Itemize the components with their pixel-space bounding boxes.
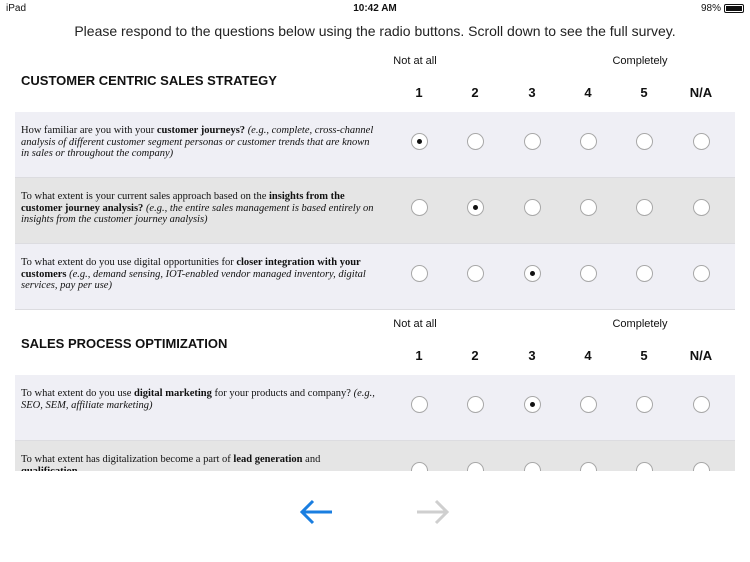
question-text-part: digital marketing bbox=[134, 388, 212, 399]
scale-option-label: 4 bbox=[584, 85, 592, 100]
section-header: CUSTOMER CENTRIC SALES STRATEGY Not at al… bbox=[0, 47, 750, 112]
scale-option-label: 3 bbox=[528, 85, 536, 100]
question-text: How familiar are you with your customer … bbox=[21, 125, 376, 160]
scale-option-label: 5 bbox=[640, 85, 648, 100]
section-header: SALES PROCESS OPTIMIZATION Not at all Comp… bbox=[0, 310, 750, 375]
scale-option-label: 1 bbox=[415, 85, 423, 100]
instruction-text: Please respond to the questions below us… bbox=[74, 23, 676, 39]
radio-option-3[interactable] bbox=[524, 396, 541, 413]
radio-option-na[interactable] bbox=[693, 396, 710, 413]
scale-option-label: N/A bbox=[689, 85, 713, 100]
radio-option-5[interactable] bbox=[636, 133, 653, 150]
section-title: CUSTOMER CENTRIC SALES STRATEGY bbox=[21, 73, 277, 88]
question-text-part: To what extent do you use digital opport… bbox=[21, 257, 237, 268]
radio-option-3[interactable] bbox=[524, 462, 541, 471]
question-text: To what extent do you use digital opport… bbox=[21, 257, 376, 292]
survey-scroll-area[interactable]: CUSTOMER CENTRIC SALES STRATEGY Not at al… bbox=[0, 47, 750, 471]
battery-icon bbox=[724, 4, 744, 13]
scale-low-label: Not at all bbox=[393, 318, 437, 330]
question-row: To what extent is your current sales app… bbox=[15, 178, 735, 244]
scale-option-label: 2 bbox=[471, 85, 479, 100]
question-row: To what extent has digitalization become… bbox=[15, 441, 735, 471]
question-text-part: (e.g., demand sensing, IOT-enabled vendo… bbox=[21, 268, 366, 292]
radio-option-5[interactable] bbox=[636, 462, 653, 471]
question-text-part: for your products and company? bbox=[211, 388, 354, 399]
radio-option-1[interactable] bbox=[411, 396, 428, 413]
question-text-part: lead generation bbox=[233, 454, 303, 465]
question-row: How familiar are you with your customer … bbox=[15, 112, 735, 178]
scale-high-label: Completely bbox=[612, 55, 668, 67]
question-text-part: How familiar are you with your bbox=[21, 125, 157, 136]
question-text-part: To what extent is your current sales app… bbox=[21, 191, 269, 202]
question-text: To what extent do you use digital market… bbox=[21, 388, 376, 411]
scale-option-label: 5 bbox=[640, 348, 648, 363]
section-title: SALES PROCESS OPTIMIZATION bbox=[21, 336, 228, 351]
question-text-part: customer journeys? bbox=[156, 125, 246, 136]
scale-high-label: Completely bbox=[612, 318, 668, 330]
arrow-right-icon bbox=[417, 499, 450, 525]
radio-option-3[interactable] bbox=[524, 265, 541, 282]
radio-option-4[interactable] bbox=[580, 199, 597, 216]
scale-option-label: 3 bbox=[528, 348, 536, 363]
question-text-part: To what extent do you use bbox=[21, 388, 134, 399]
status-bar: iPad 10:42 AM 98% bbox=[0, 0, 750, 16]
radio-option-5[interactable] bbox=[636, 265, 653, 282]
question-text-part: qualification bbox=[21, 465, 78, 472]
back-button[interactable] bbox=[298, 498, 334, 526]
scale-option-label: 1 bbox=[415, 348, 423, 363]
question-row: To what extent do you use digital opport… bbox=[15, 244, 735, 310]
battery-percent: 98% bbox=[700, 3, 721, 14]
scale-option-label: 2 bbox=[471, 348, 479, 363]
radio-option-2[interactable] bbox=[467, 265, 484, 282]
radio-option-4[interactable] bbox=[580, 133, 597, 150]
radio-option-2[interactable] bbox=[467, 396, 484, 413]
question-text: To what extent has digitalization become… bbox=[21, 454, 376, 471]
radio-option-na[interactable] bbox=[693, 199, 710, 216]
question-text: To what extent is your current sales app… bbox=[21, 191, 376, 226]
clock: 10:42 AM bbox=[353, 3, 397, 14]
radio-option-3[interactable] bbox=[524, 199, 541, 216]
radio-option-2[interactable] bbox=[467, 199, 484, 216]
radio-option-1[interactable] bbox=[411, 462, 428, 471]
radio-option-na[interactable] bbox=[693, 462, 710, 471]
scale-option-label: N/A bbox=[689, 348, 713, 363]
radio-option-2[interactable] bbox=[467, 133, 484, 150]
scale-low-label: Not at all bbox=[393, 55, 437, 67]
radio-option-1[interactable] bbox=[411, 133, 428, 150]
radio-option-2[interactable] bbox=[467, 462, 484, 471]
scale-option-label: 4 bbox=[584, 348, 592, 363]
radio-option-4[interactable] bbox=[580, 462, 597, 471]
radio-option-4[interactable] bbox=[580, 396, 597, 413]
question-text-part: and bbox=[302, 454, 321, 465]
radio-option-na[interactable] bbox=[693, 133, 710, 150]
next-button[interactable] bbox=[415, 498, 451, 526]
question-text-part: To what extent has digitalization become… bbox=[21, 454, 234, 465]
radio-option-1[interactable] bbox=[411, 265, 428, 282]
radio-option-4[interactable] bbox=[580, 265, 597, 282]
radio-option-na[interactable] bbox=[693, 265, 710, 282]
radio-option-1[interactable] bbox=[411, 199, 428, 216]
question-row: To what extent do you use digital market… bbox=[15, 375, 735, 441]
radio-option-5[interactable] bbox=[636, 199, 653, 216]
radio-option-3[interactable] bbox=[524, 133, 541, 150]
radio-option-5[interactable] bbox=[636, 396, 653, 413]
arrow-left-icon bbox=[299, 499, 332, 525]
